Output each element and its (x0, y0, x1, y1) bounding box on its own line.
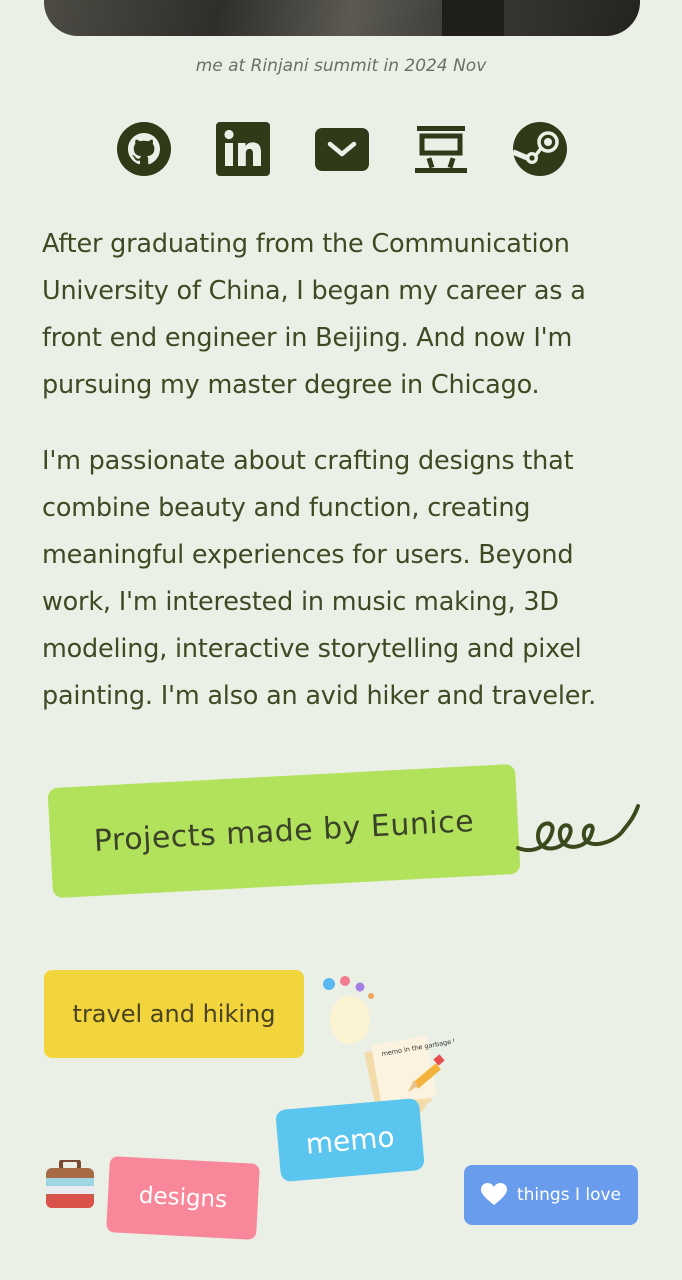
github-icon[interactable] (115, 120, 173, 178)
profile-photo (44, 0, 640, 36)
social-links (115, 120, 569, 178)
squiggle-decoration (516, 804, 640, 852)
designs-tag[interactable]: designs (106, 1156, 260, 1240)
bio-paragraph-1: After graduating from the Communication … (42, 229, 586, 400)
things-i-love-tag[interactable]: things I love (464, 1165, 638, 1225)
steam-icon[interactable] (511, 120, 569, 178)
designs-label: designs (138, 1182, 228, 1214)
memo-tag[interactable]: memo (275, 1097, 425, 1183)
mail-icon[interactable] (313, 120, 371, 178)
bio-paragraph-2: I'm passionate about crafting designs th… (42, 446, 597, 711)
photo-figure (442, 0, 504, 36)
photo-caption: me at Rinjani summit in 2024 Nov (195, 56, 487, 76)
suitcase-icon (46, 1160, 94, 1208)
projects-button[interactable]: Projects made by Eunice (47, 763, 521, 899)
douban-icon[interactable] (412, 120, 470, 178)
heart-icon (480, 1183, 507, 1205)
projects-label: Projects made by Eunice (93, 803, 475, 859)
memo-label: memo (304, 1119, 396, 1161)
travel-label: travel and hiking (72, 1000, 276, 1028)
things-label: things I love (516, 1185, 622, 1205)
linkedin-icon[interactable] (214, 120, 272, 178)
travel-tag[interactable]: travel and hiking (44, 970, 304, 1058)
